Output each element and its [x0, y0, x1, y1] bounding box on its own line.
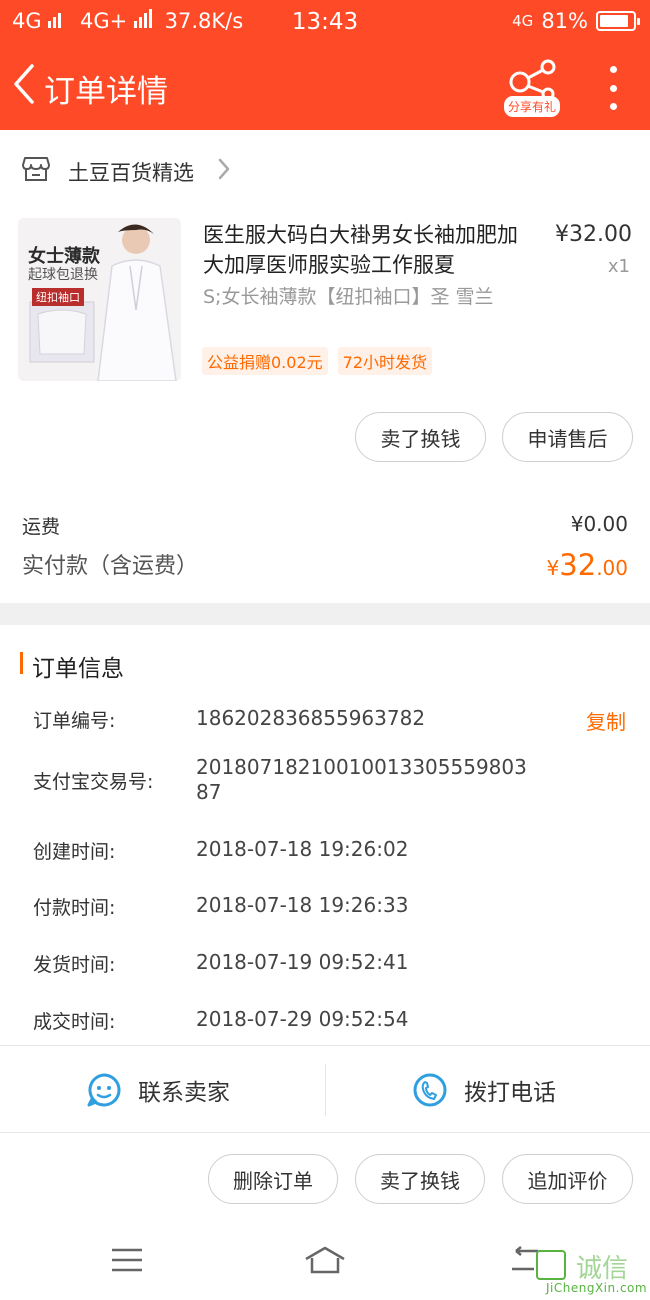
- info-value: 2018-07-18 19:26:33: [196, 893, 409, 917]
- back-arrow-icon[interactable]: [10, 62, 40, 106]
- info-label: 发货时间:: [33, 954, 116, 976]
- image-text: 纽扣袖口: [32, 288, 84, 306]
- product-tags: 公益捐赠0.02元 72小时发货: [202, 347, 433, 375]
- info-value: 20180718210010013305559803 87: [196, 755, 527, 804]
- network-type-3: 4G: [512, 12, 534, 30]
- product-price: ¥32.00: [555, 222, 632, 247]
- share-tag: 分享有礼: [504, 96, 560, 117]
- menu-icon[interactable]: [110, 1245, 144, 1275]
- status-right: 4G 81%: [512, 9, 640, 33]
- shipping-tag: 72小时发货: [337, 347, 433, 375]
- info-value: 2018-07-18 19:26:02: [196, 837, 409, 861]
- resell-button[interactable]: 卖了换钱: [355, 412, 486, 462]
- nav-bar: 订单详情 分享有礼: [0, 56, 650, 120]
- delete-order-button[interactable]: 删除订单: [208, 1154, 338, 1204]
- paid-currency: ¥: [546, 556, 560, 580]
- store-icon: [22, 157, 50, 181]
- battery-percent: 81%: [541, 9, 588, 33]
- shipping-label: 运费: [22, 516, 61, 538]
- call-label: 拨打电话: [464, 1080, 556, 1106]
- battery-icon: [596, 11, 640, 31]
- section-divider: [0, 603, 650, 625]
- page-title: 订单详情: [44, 74, 168, 110]
- contact-bar: 联系卖家 拨打电话: [0, 1045, 650, 1133]
- chat-icon: [87, 1073, 121, 1107]
- watermark: 诚信 JiChengXin.com: [536, 1250, 648, 1298]
- info-value: 2018-07-29 09:52:54: [196, 1007, 409, 1031]
- info-label: 成交时间:: [33, 1011, 116, 1033]
- after-sale-button[interactable]: 申请售后: [502, 412, 633, 462]
- info-label: 支付宝交易号:: [33, 771, 154, 793]
- paid-label: 实付款（含运费）: [22, 554, 199, 579]
- section-accent-bar: [20, 652, 23, 674]
- home-icon[interactable]: [303, 1245, 347, 1275]
- watermark-url: JiChengXin.com: [546, 1281, 648, 1295]
- copy-button[interactable]: 复制: [586, 706, 626, 735]
- share-button[interactable]: 分享有礼: [504, 58, 564, 118]
- watermark-text: 诚信: [576, 1254, 629, 1284]
- info-value: 186202836855963782: [196, 706, 426, 730]
- status-bar: 4G 4G+ 37.8K/s 13:43 4G 81%: [0, 0, 650, 44]
- info-label: 创建时间:: [33, 841, 116, 863]
- product-image[interactable]: 女士薄款 起球包退换 纽扣袖口: [18, 218, 181, 381]
- paid-amount: ¥32.00: [547, 548, 628, 582]
- paid-decimal: .00: [596, 556, 628, 580]
- contact-seller-label: 联系卖家: [138, 1080, 230, 1106]
- contact-seller-button[interactable]: 联系卖家: [86, 1046, 230, 1134]
- share-icon: [509, 59, 556, 101]
- image-text: 起球包退换: [28, 267, 98, 283]
- resell-button-bottom[interactable]: 卖了换钱: [355, 1154, 485, 1204]
- product-sku: S;女长袖薄款【纽扣袖口】圣 雪兰: [203, 286, 494, 308]
- more-menu-icon[interactable]: [606, 66, 620, 110]
- phone-icon: [413, 1073, 447, 1107]
- product-title[interactable]: 医生服大码白大褂男女长袖加肥加大加厚医师服实验工作服夏: [203, 220, 533, 280]
- shop-name[interactable]: 土豆百货精选: [68, 157, 194, 187]
- shipping-value: ¥0.00: [570, 512, 628, 536]
- add-review-button[interactable]: 追加评价: [502, 1154, 633, 1204]
- info-label: 订单编号:: [33, 710, 116, 732]
- shop-row[interactable]: 土豆百货精选: [0, 130, 650, 208]
- top-bar: 4G 4G+ 37.8K/s 13:43 4G 81% 订单详情 分享有礼: [0, 0, 650, 130]
- call-button[interactable]: 拨打电话: [412, 1046, 556, 1134]
- paid-integer: 32: [559, 548, 597, 582]
- order-info-title: 订单信息: [32, 656, 124, 682]
- charity-tag: 公益捐赠0.02元: [202, 347, 328, 375]
- divider: [325, 1064, 326, 1116]
- info-value: 2018-07-19 09:52:41: [196, 950, 409, 974]
- chevron-right-icon: [218, 158, 230, 180]
- watermark-logo: [536, 1250, 566, 1280]
- info-label: 付款时间:: [33, 897, 116, 919]
- product-quantity: x1: [607, 256, 630, 277]
